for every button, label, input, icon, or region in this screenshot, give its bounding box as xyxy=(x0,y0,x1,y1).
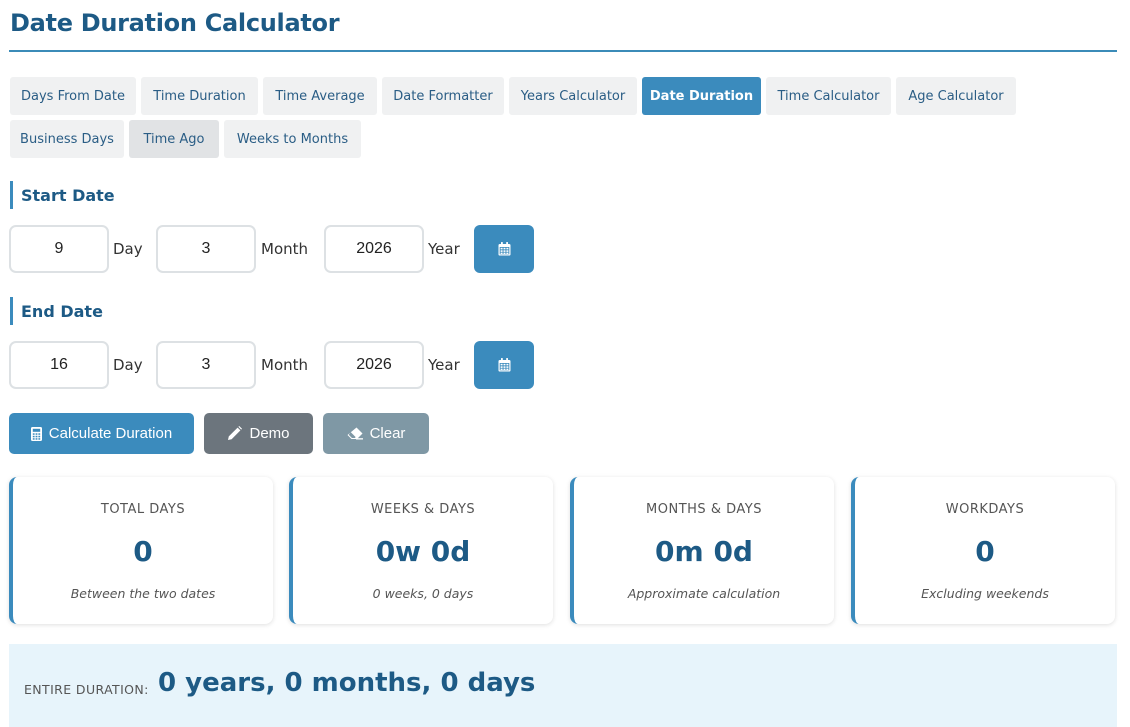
demo-button[interactable]: Demo xyxy=(204,413,313,454)
start-day-unit: Day xyxy=(113,240,143,258)
card-label: WORKDAYS xyxy=(945,502,1025,517)
weeks-days-value: 0w 0d xyxy=(375,535,471,568)
card-label: WEEKS & DAYS xyxy=(370,502,476,517)
tab-weeks-to-months[interactable]: Weeks to Months xyxy=(224,120,361,158)
card-note: Excluding weekends xyxy=(921,586,1049,601)
start-month-input[interactable] xyxy=(156,225,256,273)
calculator-icon xyxy=(30,426,42,441)
card-label: MONTHS & DAYS xyxy=(646,502,762,517)
tab-business-days[interactable]: Business Days xyxy=(10,120,124,158)
total-days-card: TOTAL DAYS 0 Between the two dates xyxy=(9,477,273,624)
calculate-duration-label: Calculate Duration xyxy=(48,425,173,442)
title-divider xyxy=(9,50,1117,52)
entire-duration-label: ENTIRE DURATION: xyxy=(24,682,149,697)
calendar-icon xyxy=(498,358,510,372)
card-note: 0 weeks, 0 days xyxy=(372,586,474,601)
start-month-unit: Month xyxy=(261,240,309,258)
end-date-label: End Date xyxy=(10,297,103,325)
pencil-icon xyxy=(228,426,243,440)
end-year-input[interactable] xyxy=(324,341,424,389)
months-days-value: 0m 0d xyxy=(655,535,753,568)
workdays-card: WORKDAYS 0 Excluding weekends xyxy=(851,477,1115,624)
end-day-input[interactable] xyxy=(9,341,109,389)
calendar-icon xyxy=(498,242,510,256)
tab-date-formatter[interactable]: Date Formatter xyxy=(382,77,504,115)
end-date-picker-button[interactable] xyxy=(474,341,534,389)
page-title: Date Duration Calculator xyxy=(10,9,340,37)
start-day-input[interactable] xyxy=(9,225,109,273)
calculate-duration-button[interactable]: Calculate Duration xyxy=(9,413,194,454)
eraser-icon xyxy=(347,427,363,440)
clear-label: Clear xyxy=(369,425,406,442)
tab-time-ago[interactable]: Time Ago xyxy=(129,120,219,158)
entire-duration-panel: ENTIRE DURATION: 0 years, 0 months, 0 da… xyxy=(9,644,1117,727)
workdays-value: 0 xyxy=(975,535,995,568)
total-days-value: 0 xyxy=(133,535,153,568)
clear-button[interactable]: Clear xyxy=(323,413,429,454)
entire-duration-value: 0 years, 0 months, 0 days xyxy=(158,668,536,698)
start-date-picker-button[interactable] xyxy=(474,225,534,273)
start-year-unit: Year xyxy=(428,240,460,258)
months-days-card: MONTHS & DAYS 0m 0d Approximate calculat… xyxy=(570,477,834,624)
card-label: TOTAL DAYS xyxy=(100,502,186,517)
card-note: Approximate calculation xyxy=(627,586,781,601)
end-day-unit: Day xyxy=(113,356,143,374)
tab-days-from-date[interactable]: Days From Date xyxy=(10,77,136,115)
end-month-input[interactable] xyxy=(156,341,256,389)
end-year-unit: Year xyxy=(428,356,460,374)
tab-age-calculator[interactable]: Age Calculator xyxy=(896,77,1016,115)
end-month-unit: Month xyxy=(261,356,309,374)
tab-time-calculator[interactable]: Time Calculator xyxy=(766,77,891,115)
tab-time-duration[interactable]: Time Duration xyxy=(141,77,258,115)
start-date-label: Start Date xyxy=(10,181,115,209)
tab-time-average[interactable]: Time Average xyxy=(263,77,377,115)
start-year-input[interactable] xyxy=(324,225,424,273)
weeks-days-card: WEEKS & DAYS 0w 0d 0 weeks, 0 days xyxy=(289,477,553,624)
tab-date-duration[interactable]: Date Duration xyxy=(642,77,761,115)
demo-label: Demo xyxy=(249,425,290,442)
tab-years-calculator[interactable]: Years Calculator xyxy=(509,77,637,115)
card-note: Between the two dates xyxy=(70,586,216,601)
